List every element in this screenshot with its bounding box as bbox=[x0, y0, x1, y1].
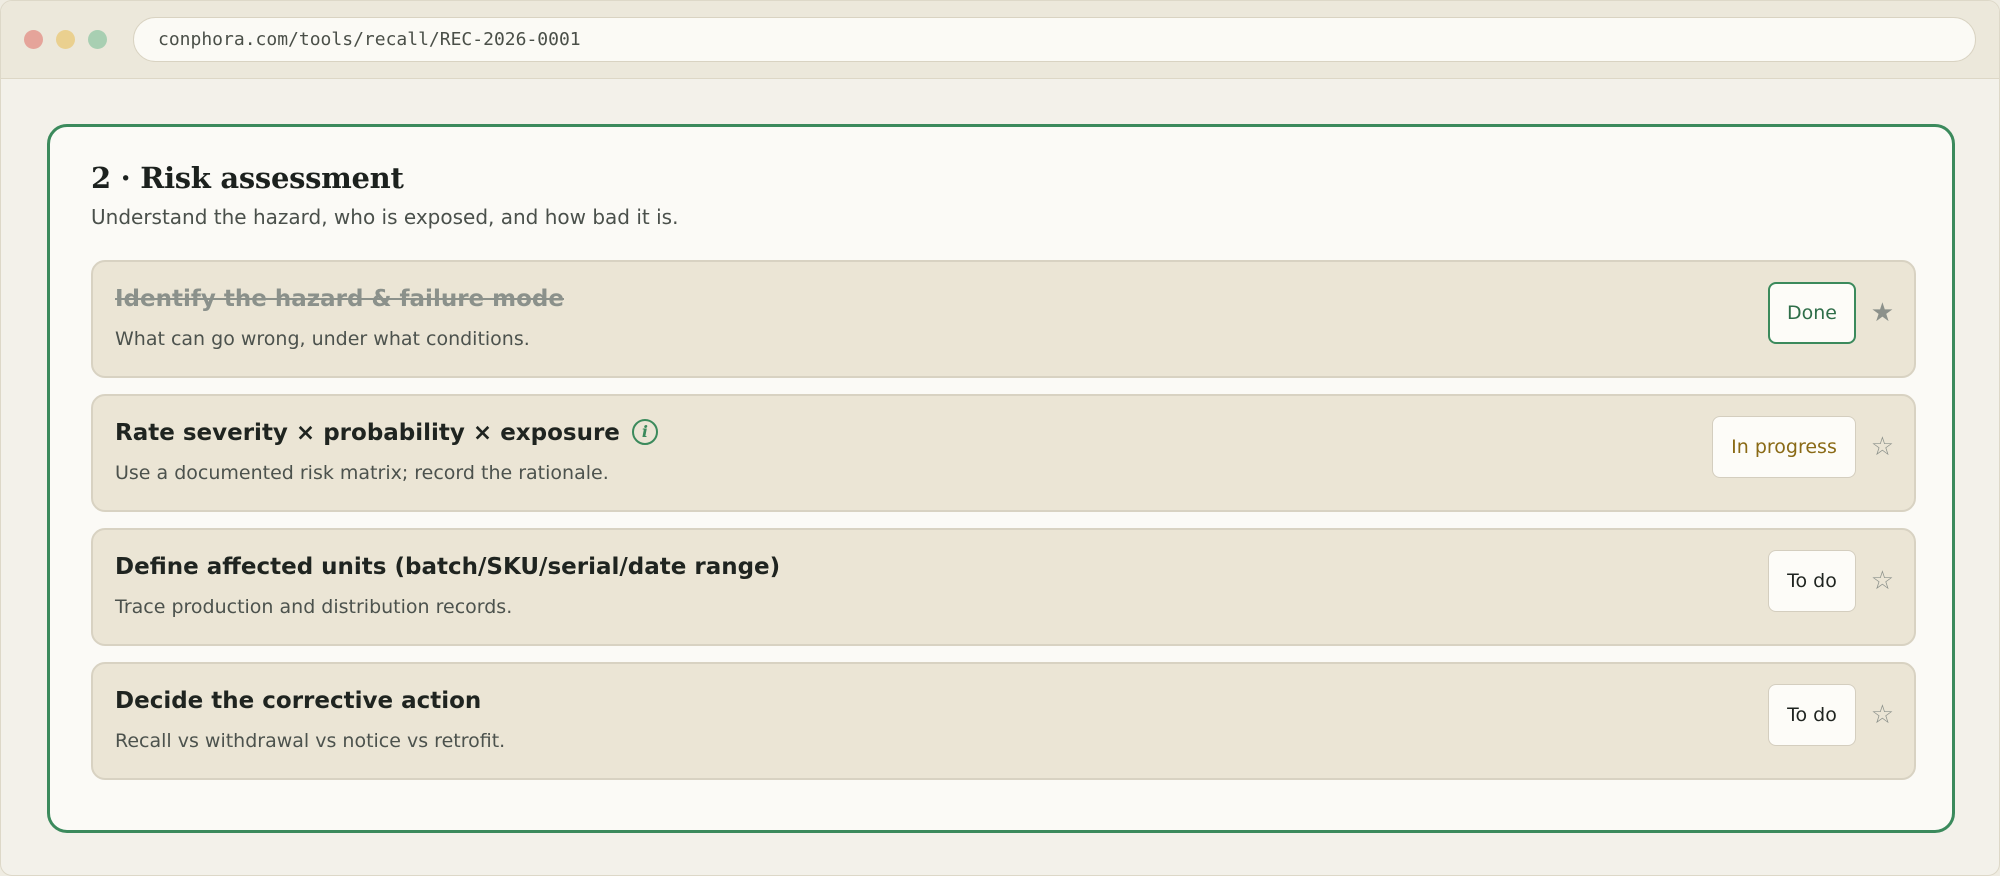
task-description: Recall vs withdrawal vs notice vs retrof… bbox=[115, 730, 506, 752]
task-card: Rate severity × probability × exposure i … bbox=[91, 394, 1916, 512]
maximize-window-dot[interactable] bbox=[88, 30, 107, 49]
minimize-window-dot[interactable] bbox=[56, 30, 75, 49]
task-description: Trace production and distribution record… bbox=[115, 596, 513, 618]
risk-assessment-panel: 2 · Risk assessment Understand the hazar… bbox=[47, 124, 1955, 833]
task-description: What can go wrong, under what conditions… bbox=[115, 328, 530, 350]
address-bar[interactable]: conphora.com/tools/recall/REC-2026-0001 bbox=[133, 17, 1976, 62]
task-title-row: Rate severity × probability × exposure i bbox=[115, 418, 658, 447]
browser-window: conphora.com/tools/recall/REC-2026-0001 … bbox=[0, 0, 2000, 876]
browser-titlebar: conphora.com/tools/recall/REC-2026-0001 bbox=[1, 1, 1999, 79]
task-card: Decide the corrective action Recall vs w… bbox=[91, 662, 1916, 780]
star-outline-icon[interactable]: ☆ bbox=[1871, 568, 1894, 594]
close-window-dot[interactable] bbox=[24, 30, 43, 49]
status-button-in-progress[interactable]: In progress bbox=[1712, 416, 1856, 478]
star-outline-icon[interactable]: ☆ bbox=[1871, 434, 1894, 460]
status-button-to-do[interactable]: To do bbox=[1768, 684, 1856, 746]
section-subtitle: Understand the hazard, who is exposed, a… bbox=[91, 205, 679, 229]
status-button-done[interactable]: Done bbox=[1768, 282, 1856, 344]
task-title: Rate severity × probability × exposure bbox=[115, 420, 620, 446]
task-title: Decide the corrective action bbox=[115, 688, 482, 714]
task-title: Define affected units (batch/SKU/serial/… bbox=[115, 554, 781, 580]
task-title: Identify the hazard & failure mode bbox=[115, 286, 564, 312]
info-icon[interactable]: i bbox=[631, 418, 658, 445]
task-card: Define affected units (batch/SKU/serial/… bbox=[91, 528, 1916, 646]
task-card: Identify the hazard & failure mode What … bbox=[91, 260, 1916, 378]
star-outline-icon[interactable]: ☆ bbox=[1871, 702, 1894, 728]
section-title: 2 · Risk assessment bbox=[91, 161, 404, 195]
star-filled-icon[interactable]: ★ bbox=[1871, 300, 1894, 326]
task-description: Use a documented risk matrix; record the… bbox=[115, 462, 609, 484]
status-button-to-do[interactable]: To do bbox=[1768, 550, 1856, 612]
